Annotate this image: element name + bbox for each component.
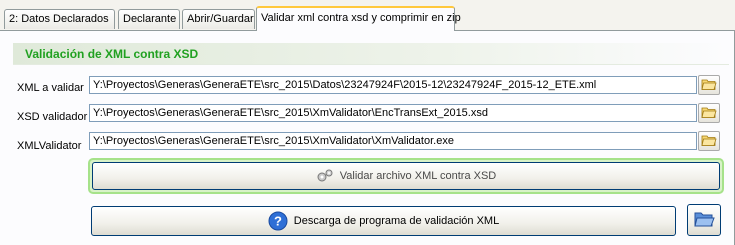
xml-path-field[interactable]: Y:\Proyectos\Generas\GeneraETE\src_2015\…: [89, 76, 697, 94]
tab-label: 2: Datos Declarados: [9, 13, 109, 25]
validate-button-label: Validar archivo XML contra XSD: [339, 170, 497, 182]
xsd-browse-button[interactable]: [698, 103, 720, 123]
folder-open-icon: [693, 209, 715, 232]
tab-label: Abrir/Guardar: [187, 13, 254, 25]
validator-label: XMLValidator: [17, 140, 82, 152]
open-folder-button[interactable]: [687, 204, 721, 236]
xsd-label: XSD validador: [17, 111, 88, 123]
validator-path-field[interactable]: Y:\Proyectos\Generas\GeneraETE\src_2015\…: [89, 132, 697, 150]
tab-validar-xml[interactable]: Validar xml contra xsd y comprimir en zi…: [256, 6, 461, 31]
tab-declarante[interactable]: Declarante: [118, 9, 180, 29]
gears-icon: [316, 168, 334, 184]
download-button-label: Descarga de programa de validación XML: [293, 215, 500, 227]
help-icon: ?: [268, 211, 288, 231]
svg-text:?: ?: [274, 214, 282, 229]
download-validator-button[interactable]: ? Descarga de programa de validación XML: [91, 206, 676, 236]
folder-open-icon: [701, 77, 717, 94]
xml-label: XML a validar: [17, 82, 84, 94]
tab-datos-declarados[interactable]: 2: Datos Declarados: [4, 9, 115, 29]
tab-abrir-guardar[interactable]: Abrir/Guardar: [182, 9, 255, 29]
folder-open-icon: [701, 133, 717, 150]
validate-xml-button[interactable]: Validar archivo XML contra XSD: [92, 162, 720, 190]
section-title: Validación de XML contra XSD: [25, 47, 199, 61]
folder-open-icon: [701, 105, 717, 122]
section-header: Validación de XML contra XSD: [13, 43, 729, 65]
tab-label: Validar xml contra xsd y comprimir en zi…: [261, 12, 461, 24]
tab-strip: 2: Datos Declarados Declarante Abrir/Gua…: [0, 0, 735, 31]
tab-label: Declarante: [123, 13, 177, 25]
xml-browse-button[interactable]: [698, 75, 720, 95]
validator-browse-button[interactable]: [698, 131, 720, 151]
xsd-path-field[interactable]: Y:\Proyectos\Generas\GeneraETE\src_2015\…: [89, 104, 697, 122]
